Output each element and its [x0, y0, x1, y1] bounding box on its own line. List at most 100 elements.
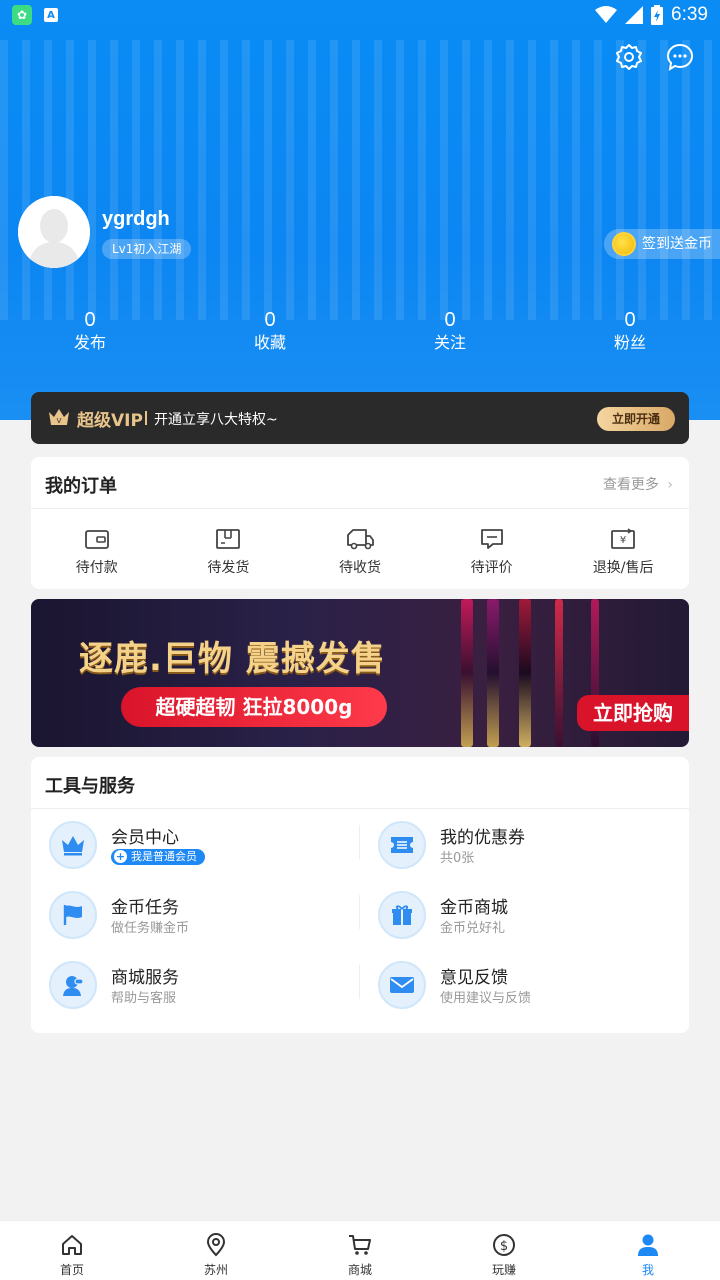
gift-icon: [392, 905, 412, 925]
tool-name: 意见反馈: [440, 968, 508, 988]
location-icon: [206, 1233, 226, 1257]
header-background-pattern: [0, 40, 720, 320]
signin-button[interactable]: 签到送金币: [604, 229, 720, 259]
status-bar: ✿ A 6:39: [0, 0, 720, 32]
promo-banner[interactable]: 逐鹿.巨物 震撼发售 超硬超韧 狂拉8000g 立即抢购: [31, 599, 689, 747]
orders-card: 我的订单 查看更多 › 待付款 待发货 待收货 待评价 ¥ 退换/售后: [31, 457, 689, 589]
svg-text:$: $: [500, 1239, 508, 1254]
tool-subtitle: 使用建议与反馈: [440, 991, 532, 1006]
stat-favorites[interactable]: 0 收藏: [180, 308, 360, 354]
stat-value: 0: [444, 309, 456, 331]
settings-gear-icon[interactable]: [614, 42, 644, 72]
stat-value: 0: [84, 309, 96, 331]
stat-label: 发布: [73, 333, 106, 352]
username[interactable]: ygrdgh: [102, 208, 170, 231]
tool-subtitle: 做任务赚金币: [111, 921, 190, 936]
banner-slogan: 超硬超韧 狂拉8000g: [121, 687, 387, 727]
refund-icon: ¥: [611, 528, 636, 549]
tab-earn[interactable]: $ 玩赚: [432, 1221, 576, 1280]
tool-mall-service[interactable]: 商城服务 帮助与客服: [49, 961, 369, 1021]
stat-value: 0: [624, 309, 636, 331]
order-refund[interactable]: ¥ 退换/售后: [557, 527, 689, 577]
tool-subtitle: 共0张: [440, 851, 475, 866]
banner-buy-button[interactable]: 立即抢购: [577, 695, 689, 731]
chevron-right-icon: ›: [667, 477, 673, 493]
wifi-icon: [595, 6, 618, 23]
order-pending-receipt[interactable]: 待收货: [294, 527, 426, 577]
tab-label: 玩赚: [491, 1263, 516, 1277]
order-pending-shipment[interactable]: 待发货: [163, 527, 295, 577]
order-label: 退换/售后: [592, 560, 654, 576]
user-icon: [638, 1234, 658, 1256]
tab-home[interactable]: 首页: [0, 1221, 144, 1280]
level-badge: Lv1初入江湖: [102, 239, 192, 259]
tool-name: 金币任务: [111, 898, 179, 918]
stat-following[interactable]: 0 关注: [360, 308, 540, 354]
stat-value: 0: [264, 309, 276, 331]
tool-subtitle: 金币兑好礼: [440, 921, 506, 936]
member-level-tag: 我是普通会员: [111, 849, 205, 865]
bottom-tab-bar: 首页 苏州 商城 $ 玩赚 我: [0, 1220, 720, 1280]
vip-divider: [145, 411, 147, 425]
banner-title: 逐鹿.巨物 震撼发售: [79, 639, 386, 679]
stats-row: 0 发布 0 收藏 0 关注 0 粉丝: [0, 308, 720, 354]
default-avatar-icon: [18, 196, 90, 268]
tools-title: 工具与服务: [45, 776, 135, 797]
avatar[interactable]: [18, 196, 90, 268]
tool-coin-tasks[interactable]: 金币任务 做任务赚金币: [49, 891, 369, 951]
order-pending-review[interactable]: 待评价: [426, 527, 558, 577]
divider: [359, 895, 360, 929]
svg-text:V: V: [57, 417, 62, 425]
tool-my-coupons[interactable]: 我的优惠券 共0张: [378, 821, 698, 881]
tool-member-center[interactable]: 会员中心 我是普通会员: [49, 821, 369, 881]
home-icon: [62, 1235, 82, 1255]
fishing-rod-image: [519, 599, 531, 747]
mail-icon: [390, 977, 414, 993]
stat-label: 关注: [433, 333, 466, 352]
vip-title: 超级VIP: [77, 411, 143, 431]
service-icon: [63, 976, 84, 996]
vip-description: 开通立享八大特权~: [154, 412, 278, 428]
tab-label: 我: [641, 1263, 654, 1277]
vip-open-button[interactable]: 立即开通: [597, 407, 675, 431]
fishing-rod-image: [461, 599, 473, 747]
tool-name: 会员中心: [111, 828, 179, 848]
box-icon: [216, 529, 241, 549]
comment-icon: [480, 529, 503, 549]
stat-posts[interactable]: 0 发布: [0, 308, 180, 354]
truck-icon: [347, 529, 374, 550]
wallet-icon: [84, 530, 109, 549]
orders-view-more-link[interactable]: 查看更多 ›: [603, 474, 673, 494]
fishing-rod-image: [555, 599, 563, 747]
svg-text:¥: ¥: [620, 535, 626, 546]
tab-me[interactable]: 我: [576, 1221, 720, 1280]
stat-fans[interactable]: 0 粉丝: [540, 308, 720, 354]
tool-feedback[interactable]: 意见反馈 使用建议与反馈: [378, 961, 698, 1021]
order-label: 待收货: [338, 560, 381, 576]
divider: [359, 825, 360, 859]
tab-city[interactable]: 苏州: [144, 1221, 288, 1280]
signin-label: 签到送金币: [642, 236, 712, 252]
flag-icon: [63, 905, 82, 925]
vip-crown-icon: V: [49, 409, 69, 425]
tool-name: 金币商城: [440, 898, 508, 918]
vip-banner[interactable]: V 超级VIP 开通立享八大特权~ 立即开通: [31, 392, 689, 444]
view-more-label: 查看更多: [602, 477, 659, 493]
tool-name: 我的优惠券: [440, 828, 525, 848]
dollar-icon: $: [493, 1234, 515, 1256]
tab-mall[interactable]: 商城: [288, 1221, 432, 1280]
keyboard-notification-icon: A: [44, 8, 58, 22]
fishing-rod-image: [487, 599, 499, 747]
order-label: 待评价: [470, 560, 513, 576]
battery-icon: [651, 5, 664, 25]
stat-label: 收藏: [253, 333, 286, 352]
divider: [359, 965, 360, 999]
tool-coin-mall[interactable]: 金币商城 金币兑好礼: [378, 891, 698, 951]
message-icon[interactable]: [665, 42, 695, 72]
tab-label: 商城: [347, 1263, 372, 1277]
tool-name: 商城服务: [111, 968, 179, 988]
order-pending-payment[interactable]: 待付款: [31, 527, 163, 577]
coupon-icon: [391, 837, 413, 853]
orders-title: 我的订单: [45, 476, 117, 497]
coin-icon: [612, 232, 636, 256]
